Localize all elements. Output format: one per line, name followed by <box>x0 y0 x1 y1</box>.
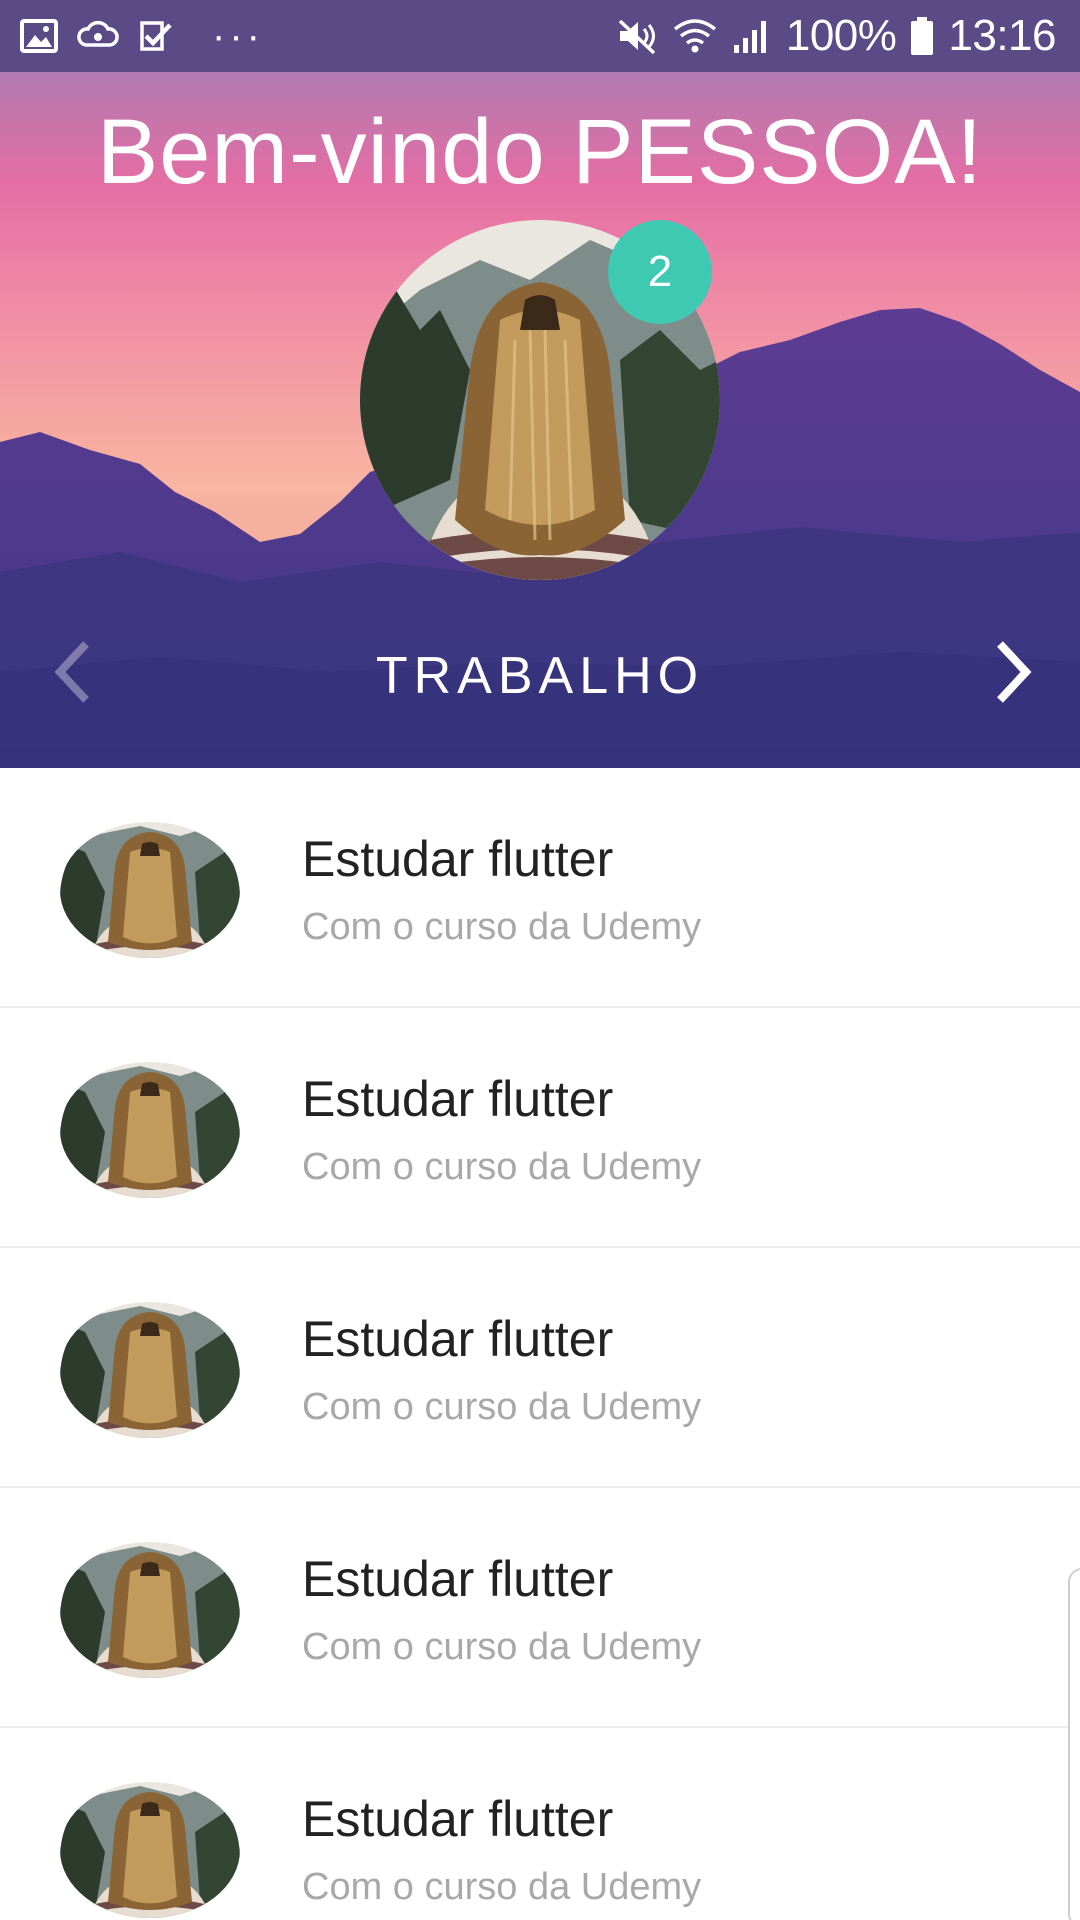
cloud-sync-icon <box>76 19 120 53</box>
category-label: TRABALHO <box>375 647 705 705</box>
task-avatar <box>60 1062 240 1198</box>
task-title: Estudar flutter <box>302 1311 614 1367</box>
task-subtitle: Com o curso da Udemy <box>302 1146 702 1188</box>
task-check-icon <box>138 19 174 53</box>
task-item[interactable]: Estudar flutter Com o curso da Udemy <box>0 1008 1080 1248</box>
task-subtitle: Com o curso da Udemy <box>302 1866 702 1908</box>
battery-icon <box>910 16 934 56</box>
task-title: Estudar flutter <box>302 1551 614 1607</box>
task-title: Estudar flutter <box>302 1071 614 1127</box>
welcome-title: Bem-vindo PESSOA! <box>96 101 984 203</box>
task-subtitle: Com o curso da Udemy <box>302 1626 702 1668</box>
clock: 13:16 <box>948 11 1056 60</box>
notification-badge: 2 <box>608 220 712 324</box>
task-avatar <box>60 1782 240 1918</box>
battery-percent: 100% <box>785 11 897 60</box>
task-item[interactable]: Estudar flutter Com o curso da Udemy <box>0 768 1080 1008</box>
status-bar: ··· 100% 13:16 <box>0 0 1080 72</box>
task-subtitle: Com o curso da Udemy <box>302 906 702 948</box>
task-title: Estudar flutter <box>302 1791 614 1847</box>
status-system: 100% 13:16 <box>616 0 1056 72</box>
task-avatar <box>60 822 240 958</box>
task-subtitle: Com o curso da Udemy <box>302 1386 702 1428</box>
signal-icon <box>732 17 772 55</box>
task-title: Estudar flutter <box>302 831 614 887</box>
task-item[interactable]: Estudar flutter Com o curso da Udemy <box>0 1248 1080 1488</box>
more-dots-icon: ··· <box>212 14 264 58</box>
mute-icon <box>616 17 658 55</box>
status-notifications: ··· <box>20 0 264 72</box>
task-item[interactable]: Estudar flutter Com o curso da Udemy <box>0 1728 1080 1920</box>
wifi-icon <box>672 17 718 55</box>
task-avatar <box>60 1302 240 1438</box>
next-category-button[interactable] <box>974 632 1054 712</box>
chevron-right-icon <box>997 641 1032 703</box>
profile-avatar[interactable]: 2 <box>360 220 720 580</box>
edge-panel-handle[interactable] <box>1068 1568 1080 1920</box>
task-list[interactable]: Estudar flutter Com o curso da Udemy Est… <box>0 768 1080 1920</box>
gallery-icon <box>20 19 58 53</box>
header-banner: Bem-vindo PESSOA! 2 TRABALHO <box>0 72 1080 768</box>
task-item[interactable]: Estudar flutter Com o curso da Udemy <box>0 1488 1080 1728</box>
task-avatar <box>60 1542 240 1678</box>
